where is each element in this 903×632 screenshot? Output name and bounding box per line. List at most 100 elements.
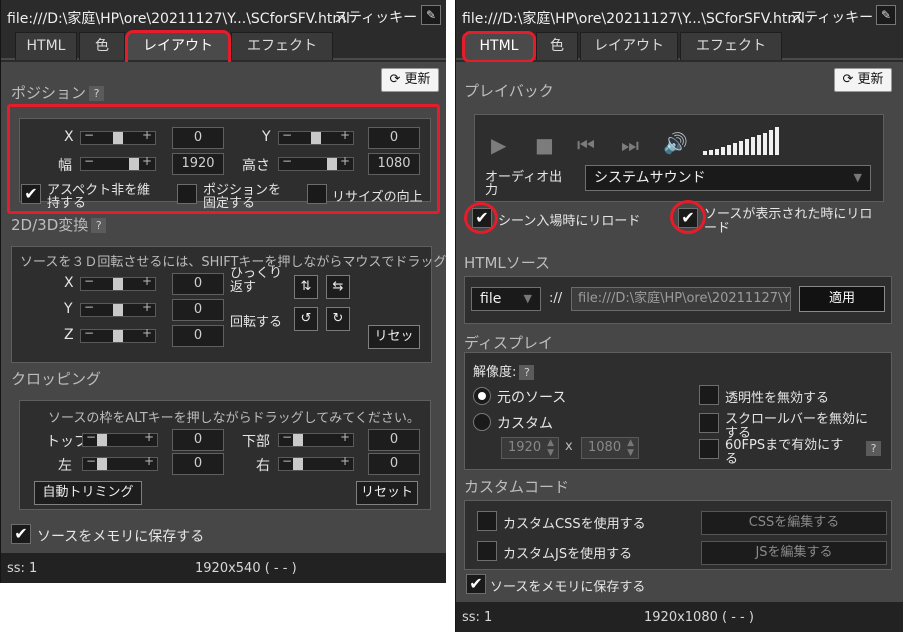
skip-forward-icon[interactable]: ⏭ <box>621 133 639 157</box>
save-memory-checkbox[interactable]: ✔ <box>466 574 486 594</box>
slider-thumb[interactable] <box>113 330 123 342</box>
position-fixed-checkbox[interactable] <box>177 184 197 204</box>
volume-icon[interactable]: 🔊 <box>663 131 688 155</box>
stop-icon[interactable]: ■ <box>535 133 554 157</box>
edit-js-button[interactable]: JSを編集する <box>701 541 887 565</box>
use-css-checkbox[interactable] <box>477 511 497 531</box>
flip-vertical-icon[interactable]: ⇅ <box>294 275 318 299</box>
disable-transparency-label: 透明性を無効する <box>725 391 830 406</box>
path-input[interactable]: file:///D:\家庭\HP\ore\20211127\YM <box>571 287 791 311</box>
help-icon[interactable]: ? <box>91 218 107 233</box>
right-input[interactable]: 0 <box>368 453 420 475</box>
ty-slider[interactable]: − + <box>80 300 156 317</box>
slider-thumb[interactable] <box>113 132 123 144</box>
volume-slider[interactable] <box>703 127 783 155</box>
reload-source-checkbox[interactable]: ✔ <box>678 208 698 228</box>
height-input[interactable]: 1080 <box>368 153 420 175</box>
tab-layout[interactable]: レイアウト <box>580 32 678 60</box>
slider-thumb[interactable] <box>311 132 321 144</box>
protocol-separator: :// <box>549 291 563 306</box>
width-slider[interactable]: − + <box>80 154 156 171</box>
transform-section-title: 2D/3D変換? <box>11 214 107 235</box>
top-slider[interactable]: − + <box>82 430 158 447</box>
help-icon[interactable]: ? <box>89 86 105 101</box>
panel-body: ⟳ 更新 ポジション? X − + 0 Y − + 0 幅 − + 1920 高さ −… <box>1 62 446 553</box>
right-slider[interactable]: − + <box>278 454 354 471</box>
width-input[interactable]: 1920 <box>172 153 224 175</box>
custom-width-input[interactable]: 1920 ▲ ▼ <box>501 437 559 459</box>
crop-reset-button[interactable]: リセット <box>356 481 418 505</box>
height-slider[interactable]: − + <box>278 154 354 171</box>
left-input[interactable]: 0 <box>172 453 224 475</box>
refresh-button[interactable]: ⟳ 更新 <box>834 68 892 92</box>
pin-icon[interactable]: ✎ <box>421 5 441 25</box>
x-slider[interactable]: − + <box>80 128 156 145</box>
tx-input[interactable]: 0 <box>172 273 224 295</box>
apply-button[interactable]: 適用 <box>799 286 885 312</box>
slider-thumb[interactable] <box>129 158 139 170</box>
panel-body: ⟳ 更新 プレイバック ▶ ■ ⏮ ⏭ 🔊 オーディオ出力 システムサウンド ▼… <box>456 62 903 602</box>
top-input[interactable]: 0 <box>172 429 224 451</box>
refresh-label: 更新 <box>404 72 431 87</box>
enable-60fps-checkbox[interactable] <box>699 439 719 459</box>
tz-label: Z <box>64 327 74 343</box>
use-js-checkbox[interactable] <box>477 541 497 561</box>
custom-radio[interactable] <box>473 413 491 431</box>
help-icon[interactable]: ? <box>519 365 535 380</box>
status-bar: ss: 1 1920x540 ( - - ) <box>1 553 446 583</box>
transform-reset-button[interactable]: リセッ <box>368 325 420 349</box>
tz-input[interactable]: 0 <box>172 325 224 347</box>
refresh-button[interactable]: ⟳ 更新 <box>381 68 439 92</box>
tz-slider[interactable]: − + <box>80 326 156 343</box>
playback-title: プレイバック <box>464 82 554 100</box>
play-icon[interactable]: ▶ <box>491 133 506 157</box>
tab-effect[interactable]: エフェクト <box>231 32 333 60</box>
rotate-left-icon[interactable]: ↺ <box>294 307 318 331</box>
x-input[interactable]: 0 <box>172 127 224 149</box>
skip-back-icon[interactable]: ⏮ <box>577 133 595 157</box>
slider-thumb[interactable] <box>293 434 303 446</box>
slider-thumb[interactable] <box>113 304 123 316</box>
status-bar: ss: 1 1920x1080 ( - - ) <box>456 602 903 632</box>
source-url: file:///D:\家庭\HP\ore\20211127\Y...\SCfor… <box>7 11 350 27</box>
slider-thumb[interactable] <box>97 434 107 446</box>
edit-css-button[interactable]: CSSを編集する <box>701 511 887 535</box>
slider-thumb[interactable] <box>327 158 337 170</box>
help-icon[interactable]: ? <box>866 441 881 456</box>
bottom-input[interactable]: 0 <box>368 429 420 451</box>
slider-thumb[interactable] <box>293 458 303 470</box>
aspect-checkbox[interactable]: ✔ <box>21 184 41 204</box>
reload-scene-checkbox[interactable]: ✔ <box>472 208 492 228</box>
slider-thumb[interactable] <box>97 458 107 470</box>
tab-html[interactable]: HTML <box>15 32 77 60</box>
ty-input[interactable]: 0 <box>172 299 224 321</box>
audio-device-select[interactable]: システムサウンド ▼ <box>585 165 871 191</box>
auto-trim-button[interactable]: 自動トリミング <box>34 481 142 505</box>
tab-color[interactable]: 色 <box>536 32 578 60</box>
save-memory-label: ソースをメモリに保存する <box>490 580 646 595</box>
slider-thumb[interactable] <box>113 278 123 290</box>
tx-slider[interactable]: − + <box>80 274 156 291</box>
tab-effect[interactable]: エフェクト <box>680 32 782 60</box>
save-memory-checkbox[interactable]: ✔ <box>11 524 31 544</box>
protocol-select[interactable]: file ▼ <box>471 287 541 311</box>
original-source-radio[interactable] <box>473 387 491 405</box>
bottom-slider[interactable]: − + <box>278 430 354 447</box>
crop-box: ソースの枠をALTキーを押しながらドラッグしてみてください。 トップ − + 0 … <box>19 400 431 510</box>
y-input[interactable]: 0 <box>368 127 420 149</box>
y-slider[interactable]: − + <box>278 128 354 145</box>
flip-horizontal-icon[interactable]: ⇆ <box>326 275 350 299</box>
rotate-right-icon[interactable]: ↻ <box>326 307 350 331</box>
disable-transparency-checkbox[interactable] <box>699 385 719 405</box>
position-title: ポジション <box>11 84 87 102</box>
disable-scrollbar-checkbox[interactable] <box>699 413 719 433</box>
tab-color[interactable]: 色 <box>79 32 125 60</box>
custom-height-input[interactable]: 1080 ▲ ▼ <box>581 437 639 459</box>
bottom-label: 下部 <box>242 434 270 450</box>
resize-checkbox[interactable] <box>307 184 327 204</box>
tab-html[interactable]: HTML <box>464 32 534 60</box>
pin-icon[interactable]: ✎ <box>876 5 896 25</box>
left-slider[interactable]: − + <box>82 454 158 471</box>
tab-layout[interactable]: レイアウト <box>127 32 229 60</box>
height-label: 高さ <box>242 158 270 174</box>
